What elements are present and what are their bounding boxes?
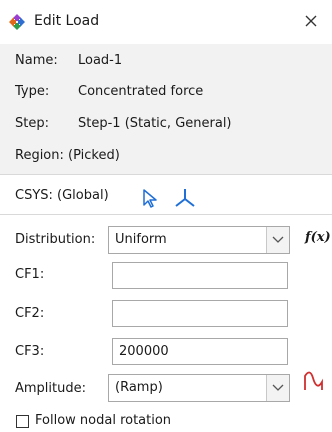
load-info-panel: Name: Load-1 Type: Concentrated force St…	[0, 44, 332, 174]
distribution-value: Uniform	[115, 232, 167, 247]
region-label: Region:	[15, 148, 64, 163]
csys-label: CSYS: (Global)	[15, 188, 109, 203]
separator	[0, 174, 332, 175]
step-row: Step: Step-1 (Static, General)	[15, 116, 232, 131]
load-arrows-icon	[9, 14, 25, 30]
close-icon[interactable]	[300, 10, 322, 32]
amplitude-label: Amplitude:	[15, 381, 86, 396]
cf3-value: 200000	[119, 344, 169, 359]
cf3-field[interactable]: 200000	[112, 338, 288, 365]
axes-icon[interactable]	[173, 187, 197, 209]
step-value: Step-1 (Static, General)	[78, 116, 232, 131]
region-row: Region: (Picked)	[15, 148, 120, 163]
follow-nodal-rotation-label: Follow nodal rotation	[35, 413, 172, 428]
cf2-label: CF2:	[15, 306, 45, 321]
cf2-field[interactable]	[112, 300, 288, 327]
separator	[0, 214, 332, 215]
cf1-field[interactable]	[112, 262, 288, 289]
distribution-label: Distribution:	[15, 232, 96, 247]
name-label: Name:	[15, 53, 58, 68]
type-row: Type: Concentrated force	[15, 84, 203, 99]
type-label: Type:	[15, 84, 50, 99]
title-bar: Edit Load	[0, 0, 332, 44]
distribution-select[interactable]: Uniform	[108, 226, 290, 254]
cf1-label: CF1:	[15, 267, 45, 282]
window-title: Edit Load	[34, 13, 100, 29]
name-row: Name: Load-1	[15, 53, 122, 68]
name-value: Load-1	[78, 53, 123, 68]
amplitude-value: (Ramp)	[115, 380, 163, 395]
step-label: Step:	[15, 116, 49, 131]
amplitude-select[interactable]: (Ramp)	[108, 374, 290, 402]
follow-nodal-rotation-checkbox[interactable]	[16, 415, 29, 428]
region-value: (Picked)	[68, 148, 120, 163]
chevron-down-icon[interactable]	[266, 227, 289, 253]
type-value: Concentrated force	[78, 84, 204, 99]
fx-button[interactable]: f(x)	[305, 230, 331, 245]
chevron-down-icon[interactable]	[266, 375, 289, 401]
cursor-arrow-icon[interactable]	[141, 188, 159, 208]
cf3-label: CF3:	[15, 344, 45, 359]
amplitude-curve-icon[interactable]	[303, 370, 325, 392]
